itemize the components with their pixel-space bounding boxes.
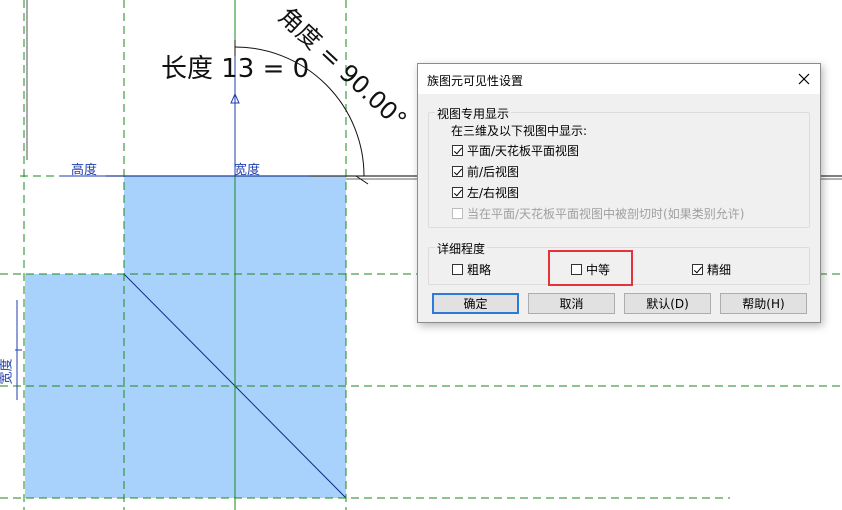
dialog-titlebar[interactable]: 族图元可见性设置	[418, 64, 820, 94]
checkbox-plan-view-label: 平面/天花板平面视图	[467, 144, 580, 158]
checkbox-cut-in-plan-box	[452, 208, 463, 219]
close-icon[interactable]	[794, 69, 814, 89]
view-group-title: 视图专用显示	[435, 105, 512, 122]
checkbox-fine-box[interactable]	[692, 264, 703, 275]
dialog-title: 族图元可见性设置	[427, 74, 524, 88]
checkbox-cut-in-plan: 当在平面/天花板平面视图中被剖切时(如果类别允许)	[452, 205, 744, 222]
checkbox-front-back-box[interactable]	[452, 166, 463, 177]
visibility-settings-dialog: 族图元可见性设置 视图专用显示 在三维及以下视图中显示: 平面/天花板平面视图 …	[417, 63, 821, 323]
checkbox-plan-view-box[interactable]	[452, 145, 463, 156]
dim-label-width-top[interactable]: 宽度	[234, 159, 260, 178]
view-group-subtitle: 在三维及以下视图中显示:	[451, 122, 587, 139]
cancel-button[interactable]: 取消	[528, 293, 615, 314]
checkbox-fine-label: 精细	[707, 263, 732, 277]
dim-label-height[interactable]: 高度	[71, 159, 97, 178]
checkbox-plan-view[interactable]: 平面/天花板平面视图	[452, 142, 579, 159]
detail-group-title: 详细程度	[435, 240, 488, 257]
dim-label-width-left[interactable]: 宽度	[0, 358, 15, 384]
checkbox-front-back-label: 前/后视图	[467, 165, 520, 179]
checkbox-cut-in-plan-label: 当在平面/天花板平面视图中被剖切时(如果类别允许)	[467, 207, 745, 221]
checkbox-front-back[interactable]: 前/后视图	[452, 163, 519, 180]
ok-button[interactable]: 确定	[432, 293, 519, 314]
help-button[interactable]: 帮助(H)	[720, 293, 807, 314]
annotation-highlight-box	[548, 250, 633, 286]
checkbox-fine[interactable]: 精细	[692, 261, 731, 278]
checkbox-coarse-box[interactable]	[452, 264, 463, 275]
checkbox-left-right-label: 左/右视图	[467, 186, 520, 200]
checkbox-left-right[interactable]: 左/右视图	[452, 184, 519, 201]
checkbox-coarse[interactable]: 粗略	[452, 261, 491, 278]
checkbox-left-right-box[interactable]	[452, 187, 463, 198]
view-group-subtitle-text: 在三维及以下视图中显示:	[451, 124, 588, 138]
length-label[interactable]: 长度 13 = 0	[161, 48, 309, 85]
angle-arc-tick-2	[355, 175, 369, 185]
default-button[interactable]: 默认(D)	[624, 293, 711, 314]
checkbox-coarse-label: 粗略	[467, 263, 492, 277]
